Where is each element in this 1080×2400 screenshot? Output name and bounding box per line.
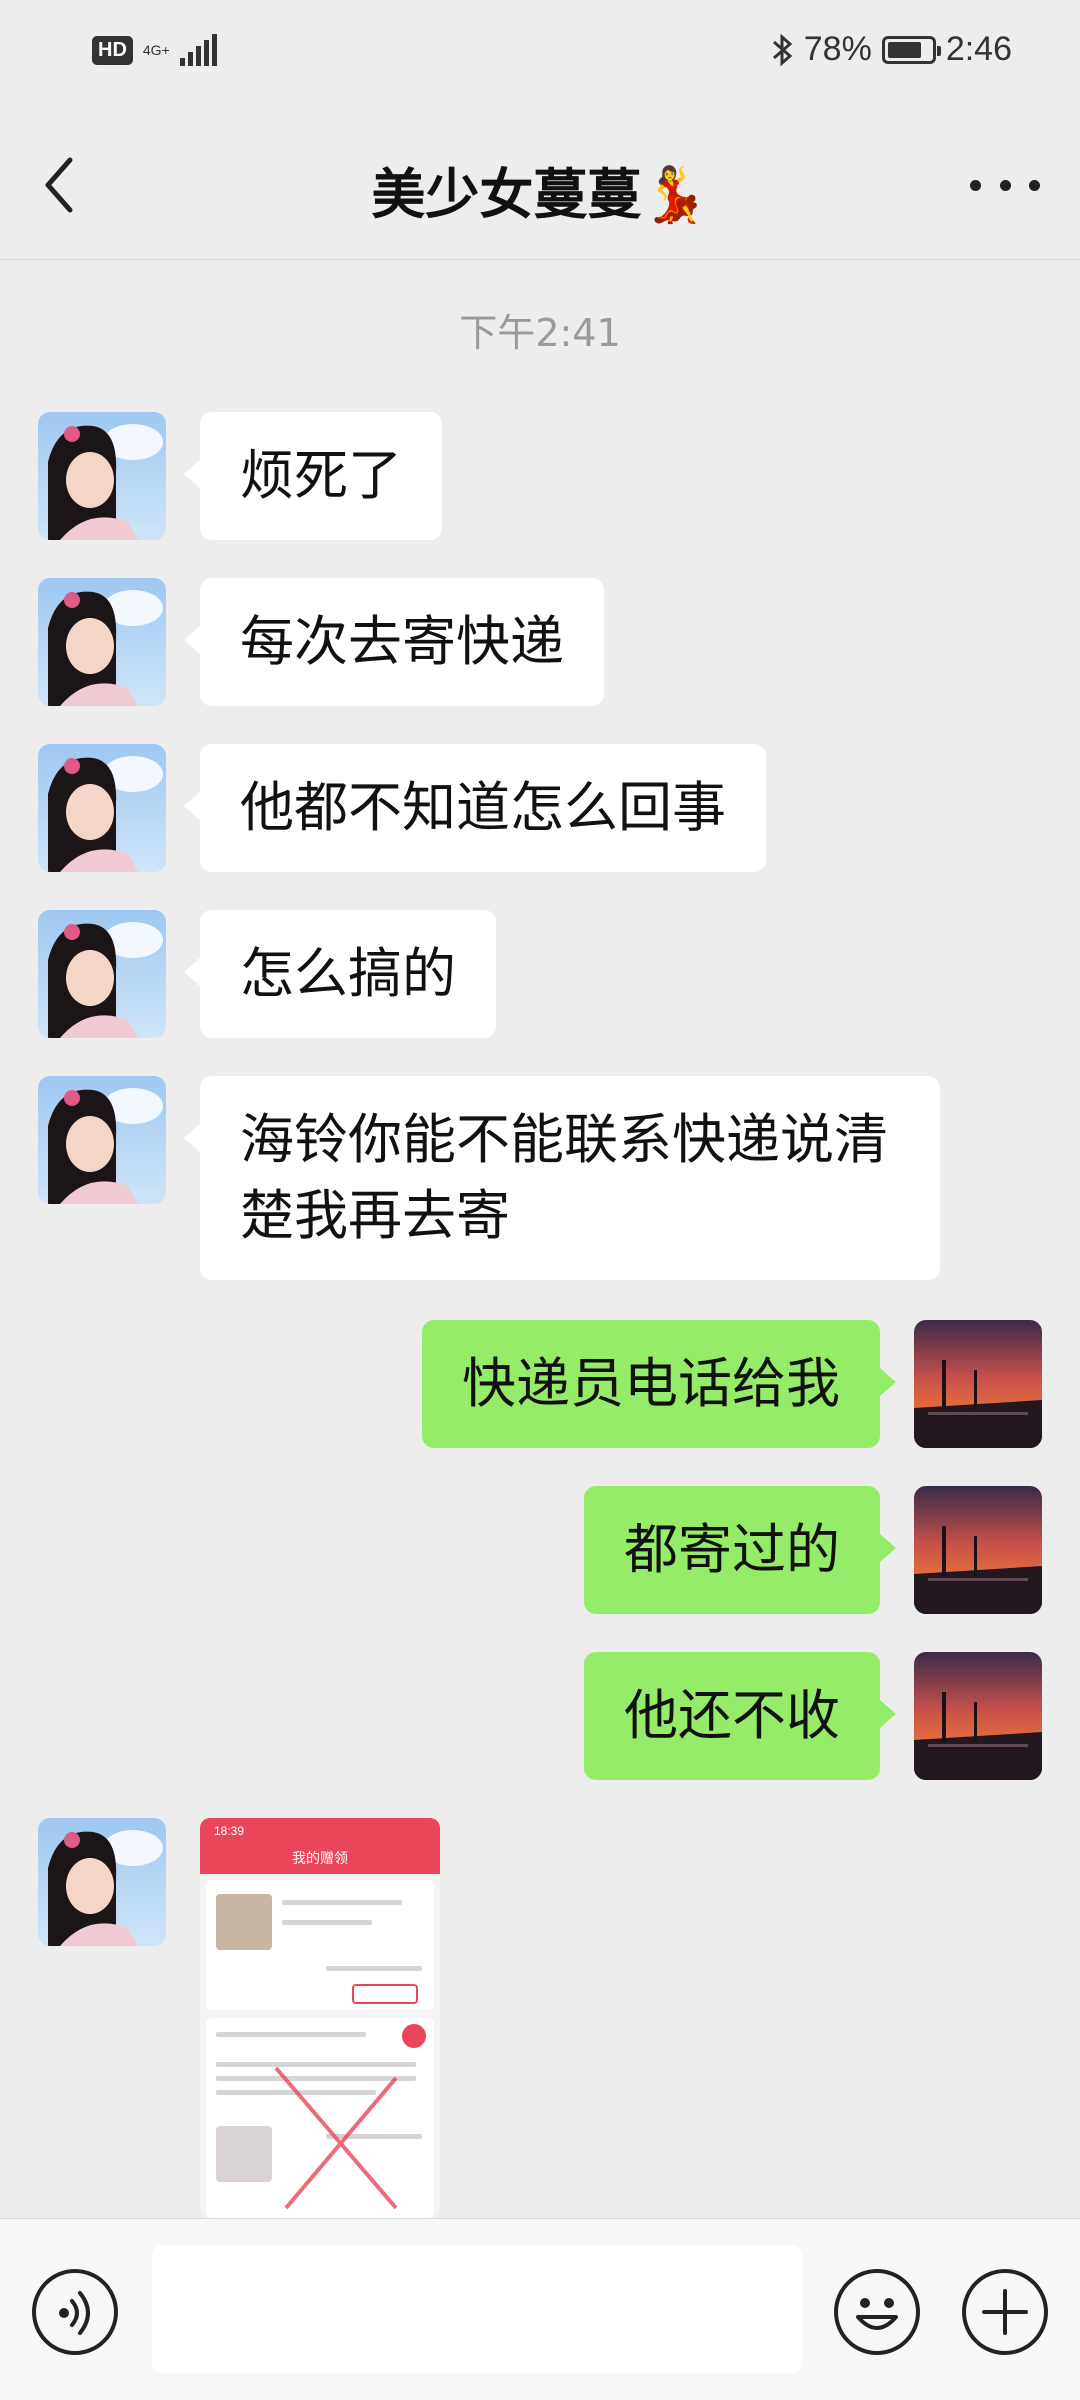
emoji-icon bbox=[856, 2298, 898, 2330]
message-row: 海铃你能不能联系快递说清楚我再去寄 bbox=[0, 1076, 1080, 1286]
more-button[interactable] bbox=[970, 170, 1040, 200]
screenshot-time: 18:39 bbox=[214, 1824, 245, 1838]
message-row: 都寄过的 bbox=[0, 1486, 1080, 1616]
message-row: 烦死了 bbox=[0, 412, 1080, 542]
message-row: 快递员电话给我 bbox=[0, 1320, 1080, 1450]
contact-avatar[interactable] bbox=[38, 1076, 166, 1204]
contact-avatar[interactable] bbox=[38, 910, 166, 1038]
message-row: 每次去寄快递 bbox=[0, 578, 1080, 708]
bluetooth-icon bbox=[772, 33, 793, 66]
emoji-button[interactable] bbox=[834, 2269, 920, 2355]
outgoing-message-bubble[interactable]: 他还不收 bbox=[584, 1652, 896, 1780]
status-bar-right: 78% 2:46 bbox=[770, 30, 1012, 69]
my-avatar[interactable] bbox=[914, 1486, 1042, 1614]
network-type: 4G+ bbox=[142, 42, 170, 58]
more-dots-icon bbox=[970, 179, 981, 191]
chat-header: 美少女蔓蔓💃 bbox=[0, 110, 1080, 260]
battery-percent: 78% bbox=[803, 30, 872, 68]
voice-icon bbox=[59, 2291, 90, 2335]
outgoing-message-bubble[interactable]: 都寄过的 bbox=[584, 1486, 896, 1614]
message-row: 他还不收 bbox=[0, 1652, 1080, 1782]
signal-icon bbox=[179, 34, 217, 66]
screenshot-body bbox=[200, 1874, 440, 2218]
product-thumbnail bbox=[216, 2126, 272, 2182]
incoming-message-bubble[interactable]: 海铃你能不能联系快递说清楚我再去寄 bbox=[184, 1076, 940, 1280]
plus-icon bbox=[982, 2289, 1028, 2335]
battery-level bbox=[887, 41, 921, 58]
incoming-message-bubble[interactable]: 他都不知道怎么回事 bbox=[184, 744, 766, 872]
image-message[interactable]: 18:39 我的赠领 bbox=[200, 1818, 440, 2218]
screenshot-header: 18:39 我的赠领 bbox=[200, 1818, 440, 1874]
chat-input-bar bbox=[0, 2218, 1080, 2400]
voice-button[interactable] bbox=[32, 2269, 118, 2355]
incoming-message-bubble[interactable]: 怎么搞的 bbox=[184, 910, 496, 1038]
contact-avatar[interactable] bbox=[38, 744, 166, 872]
hd-icon: HD bbox=[92, 35, 133, 65]
incoming-message-bubble[interactable]: 每次去寄快递 bbox=[184, 578, 604, 706]
screenshot-title: 我的赠领 bbox=[292, 1851, 348, 1867]
screenshot-card bbox=[206, 1880, 434, 2010]
message-timestamp: 下午2:41 bbox=[459, 311, 621, 355]
product-thumbnail bbox=[216, 1894, 272, 1950]
outgoing-message-bubble[interactable]: 快递员电话给我 bbox=[422, 1320, 896, 1448]
message-input[interactable] bbox=[152, 2245, 802, 2373]
plus-button[interactable] bbox=[962, 2269, 1048, 2355]
message-row: 怎么搞的 bbox=[0, 910, 1080, 1040]
contact-avatar[interactable] bbox=[38, 578, 166, 706]
status-bar-left: HD 4G+ bbox=[92, 34, 217, 66]
my-avatar[interactable] bbox=[914, 1320, 1042, 1448]
incoming-message-bubble[interactable]: 烦死了 bbox=[184, 412, 442, 540]
status-bar: HD 4G+ 78% 2:46 bbox=[0, 0, 1080, 110]
chat-title: 美少女蔓蔓💃 bbox=[371, 163, 709, 226]
message-row: 18:39 我的赠领 bbox=[0, 1818, 1080, 2218]
contact-avatar[interactable] bbox=[38, 412, 166, 540]
contact-avatar[interactable] bbox=[38, 1818, 166, 1946]
clock: 2:46 bbox=[945, 30, 1012, 68]
battery-icon bbox=[881, 35, 941, 64]
my-avatar[interactable] bbox=[914, 1652, 1042, 1780]
message-row: 他都不知道怎么回事 bbox=[0, 744, 1080, 874]
screenshot-card bbox=[206, 2018, 434, 2218]
